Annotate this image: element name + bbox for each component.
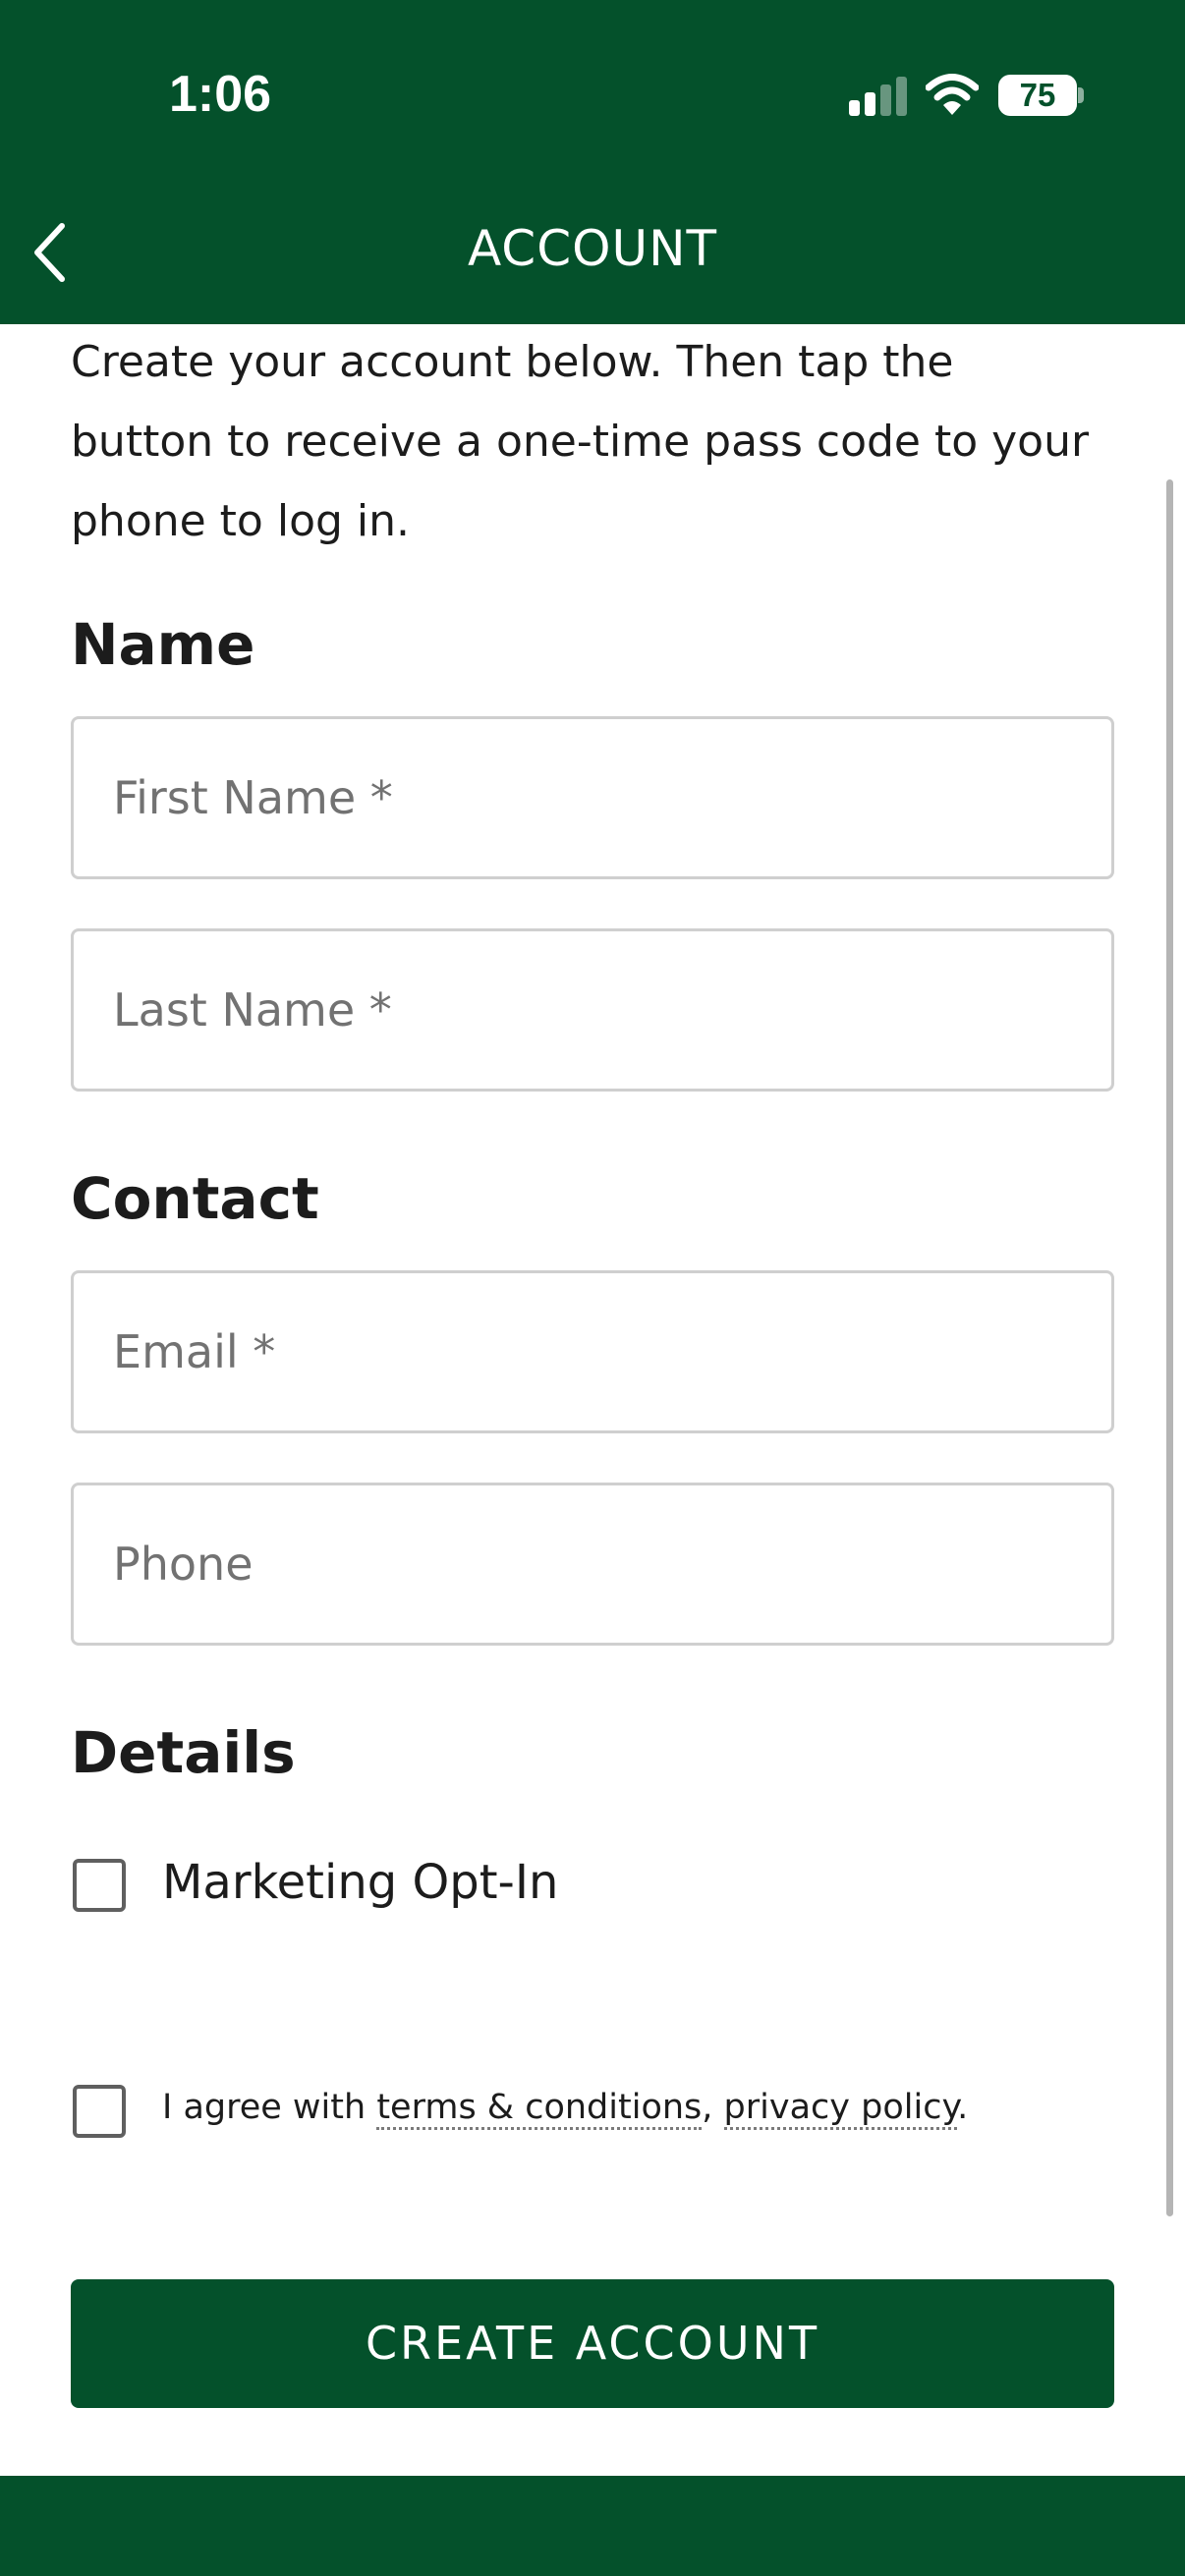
page-title: ACCOUNT [467,220,718,277]
marketing-opt-in-checkbox[interactable] [73,1859,126,1912]
email-field[interactable] [71,1270,1114,1433]
scrollbar[interactable] [1166,479,1173,2216]
first-name-field[interactable] [71,716,1114,879]
first-name-input[interactable] [74,719,1111,876]
email-input[interactable] [74,1273,1111,1430]
agree-terms-label: I agree with terms & conditions, privacy… [162,2088,969,2130]
section-heading-name: Name [71,611,255,678]
agree-separator: , [702,2088,724,2127]
battery-cap [1078,87,1084,103]
agree-prefix: I agree with [162,2088,377,2127]
phone-field[interactable] [71,1483,1114,1646]
battery-icon: 75 [998,75,1077,116]
privacy-policy-link[interactable]: privacy policy [723,2088,958,2130]
agree-suffix: . [957,2088,969,2127]
marketing-opt-in-label[interactable]: Marketing Opt-In [162,1855,558,1910]
battery-level: 75 [1019,77,1056,113]
section-heading-contact: Contact [71,1165,319,1232]
status-time: 1:06 [169,66,272,123]
last-name-field[interactable] [71,928,1114,1092]
app-header: 1:06 75 ACCOUNT [0,0,1185,324]
section-heading-details: Details [71,1719,296,1786]
agree-terms-checkbox[interactable] [73,2085,126,2138]
create-account-button[interactable]: CREATE ACCOUNT [71,2279,1114,2408]
cellular-signal-icon [849,75,908,116]
last-name-input[interactable] [74,931,1111,1089]
terms-conditions-link[interactable]: terms & conditions [376,2088,703,2130]
bottom-bar [0,2476,1185,2576]
phone-input[interactable] [74,1485,1111,1643]
wifi-icon [926,74,979,115]
intro-text: Create your account below. Then tap the … [71,337,1090,546]
